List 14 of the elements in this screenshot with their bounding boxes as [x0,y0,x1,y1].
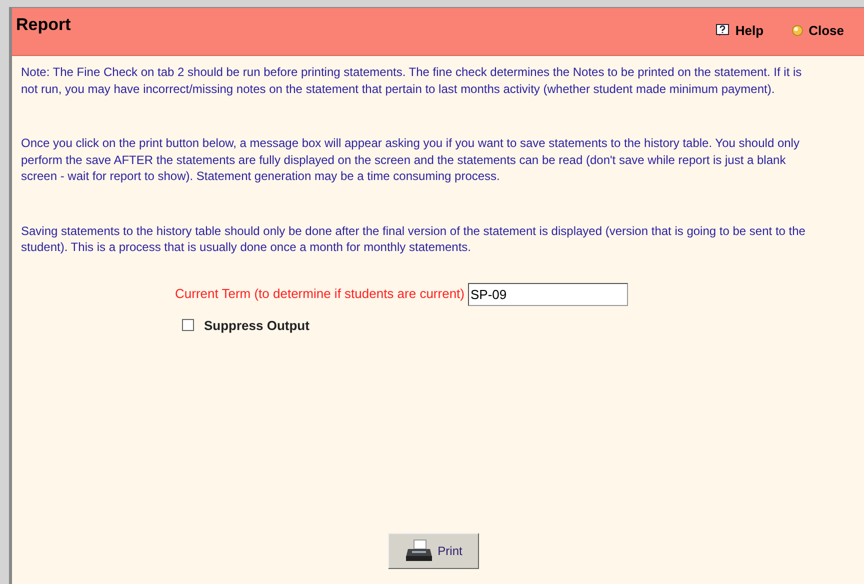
current-term-field[interactable]: SP-09 [468,282,628,306]
print-button[interactable]: Print [388,533,478,569]
note-paragraph: Note: The Fine Check on tab 2 should be run before printing statements. The fine check determines the Notes to be printed on the statement. If it is not run, you may have incorrect/missing notes on the statement that pertain to last months activity (whether student made minimum payment). [21,64,803,97]
field-label: Current Term (to determine if students are current) [175,285,464,304]
window-title: Report [16,14,71,36]
checkbox-label: Suppress Output [204,316,310,335]
close-button[interactable]: Close [792,21,844,40]
help-icon [716,24,730,38]
suppress-output-checkbox[interactable] [182,319,194,332]
help-button[interactable]: Help [716,21,764,40]
printer-icon [404,539,434,563]
note-paragraph: Saving statements to the history table should only be done after the final version of the statement is displayed (version that is going to be sent to the student). This is a process that is usually done once a month for monthly statements. [21,222,806,256]
circle-icon [792,25,803,36]
note-paragraph: Once you click on the print button below, a message box will appear asking you if you want to save statements to the history table. You should only perform the save AFTER the statements are fully displayed on the screen and the statements can be read (don't save while report is just a blank screen - wait for report to show). Statement generation may be a time consuming process. [21,135,800,184]
